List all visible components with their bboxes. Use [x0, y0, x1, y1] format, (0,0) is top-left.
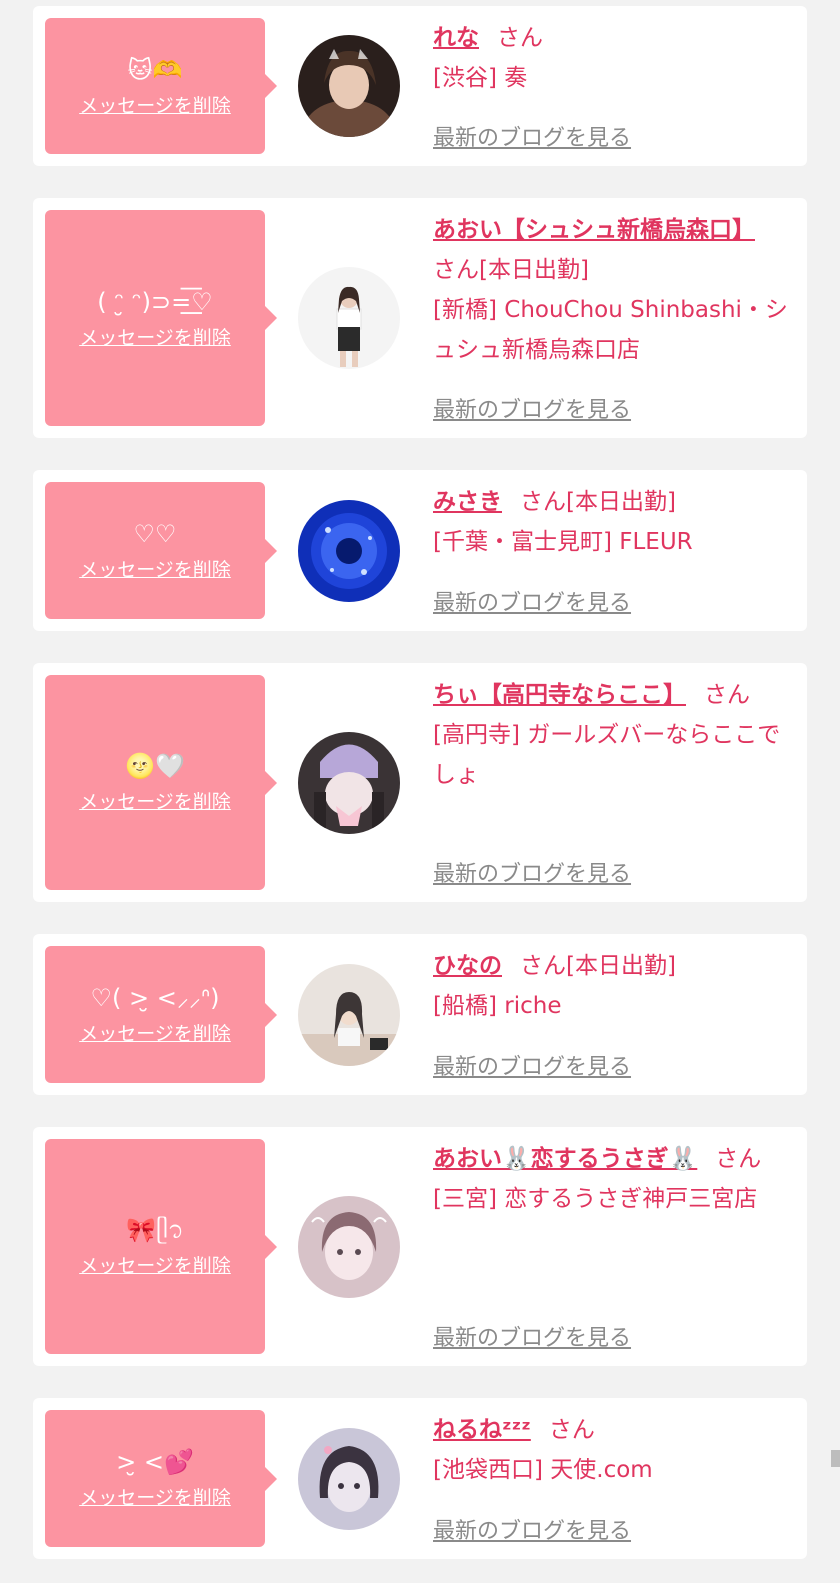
avatar[interactable]	[298, 499, 400, 602]
scrollbar-thumb[interactable]	[831, 1450, 840, 1467]
latest-blog-link[interactable]: 最新のブログを見る	[433, 392, 631, 424]
message-card: >̮ <💕 メッセージを削除 ねるねᶻᶻᶻ さん [池袋西口] 天使.com 最新…	[33, 1398, 807, 1559]
honorific: さん	[704, 682, 750, 708]
message-bubble: 🎀ᥫ᭡ メッセージを削除	[45, 1139, 277, 1354]
girl-name-link[interactable]: ちぃ【高円寺ならここ】	[433, 682, 686, 708]
latest-blog-link[interactable]: 最新のブログを見る	[433, 1049, 631, 1081]
portrait-photo-icon	[298, 1195, 400, 1298]
message-card: 🐱🫶 メッセージを削除 れな さん [渋谷] 奏 最新のブログを見る	[33, 6, 807, 166]
girl-name-link[interactable]: れな	[433, 25, 479, 51]
shop-area: [高円寺] ガールズバーならここでしょ	[433, 722, 781, 788]
avatar[interactable]	[298, 963, 400, 1066]
portrait-photo-icon	[298, 731, 400, 834]
honorific: さん	[520, 953, 566, 979]
message-bubble: 🐱🫶 メッセージを削除	[45, 18, 277, 154]
girl-name-link[interactable]: ひなの	[433, 953, 502, 979]
girl-info: あおい🐰恋するうさぎ🐰 さん [三宮] 恋するうさぎ神戸三宮店	[433, 1139, 793, 1219]
honorific: さん	[548, 1417, 595, 1443]
message-text: ♡♡	[133, 520, 177, 548]
girl-name-link[interactable]: みさき	[433, 489, 502, 515]
delete-message-link[interactable]: メッセージを削除	[79, 787, 231, 814]
message-card: ♡♡ メッセージを削除 みさき さん[本日出勤] [千葉・富士見町] FLEUR …	[33, 470, 807, 631]
latest-blog-link[interactable]: 最新のブログを見る	[433, 120, 631, 152]
shop-area: [渋谷] 奏	[433, 65, 528, 91]
honorific: さん	[520, 489, 566, 515]
portrait-photo-icon	[298, 267, 400, 369]
girl-info: ちぃ【高円寺ならここ】 さん [高円寺] ガールズバーならここでしょ	[433, 675, 793, 795]
honorific: さん	[715, 1146, 762, 1172]
girl-name-link[interactable]: ねるねᶻᶻᶻ	[433, 1417, 531, 1443]
message-card: 🎀ᥫ᭡ メッセージを削除 あおい🐰恋するうさぎ🐰 さん [三宮] 恋するうさぎ神戸…	[33, 1127, 807, 1366]
status-badge: [本日出勤]	[566, 489, 676, 515]
message-bubble: ( ᵔ̮ ᵔ)⊃=͟͟͞♡ メッセージを削除	[45, 210, 277, 426]
message-bubble: ♡( >̮ <⸝⸝ᐢ) メッセージを削除	[45, 946, 277, 1083]
avatar[interactable]	[298, 731, 400, 834]
avatar[interactable]	[298, 1195, 400, 1298]
delete-message-link[interactable]: メッセージを削除	[79, 555, 231, 582]
girl-info: みさき さん[本日出勤] [千葉・富士見町] FLEUR	[433, 482, 793, 562]
delete-message-link[interactable]: メッセージを削除	[79, 323, 231, 350]
girl-name-link[interactable]: あおい🐰恋するうさぎ🐰	[433, 1146, 697, 1172]
girl-info: あおい【シュシュ新橋烏森口】 さん[本日出勤] [新橋] ChouChou Sh…	[433, 210, 793, 370]
avatar[interactable]	[298, 267, 400, 369]
message-text: 🎀ᥫ᭡	[126, 1216, 184, 1244]
message-text: >̮ <💕	[116, 1448, 194, 1476]
delete-message-link[interactable]: メッセージを削除	[79, 91, 231, 118]
honorific: さん	[433, 257, 479, 283]
portrait-photo-icon	[298, 1427, 400, 1530]
message-card: ♡( >̮ <⸝⸝ᐢ) メッセージを削除 ひなの さん[本日出勤] [船橋] ri…	[33, 934, 807, 1095]
message-card: 🌝🤍 メッセージを削除 ちぃ【高円寺ならここ】 さん [高円寺] ガールズバーなら…	[33, 663, 807, 902]
avatar[interactable]	[298, 35, 400, 137]
shop-area: [新橋] ChouChou Shinbashi・シュシュ新橋烏森口店	[433, 297, 788, 363]
status-badge: [本日出勤]	[479, 257, 589, 283]
delete-message-link[interactable]: メッセージを削除	[79, 1251, 231, 1278]
message-text: 🌝🤍	[125, 752, 185, 780]
status-badge: [本日出勤]	[566, 953, 676, 979]
shop-area: [池袋西口] 天使.com	[433, 1457, 653, 1483]
message-text: 🐱🫶	[127, 55, 183, 84]
delete-message-link[interactable]: メッセージを削除	[79, 1019, 231, 1046]
avatar[interactable]	[298, 1427, 400, 1530]
girl-info: ひなの さん[本日出勤] [船橋] riche	[433, 946, 793, 1026]
latest-blog-link[interactable]: 最新のブログを見る	[433, 1513, 631, 1545]
portrait-photo-icon	[298, 963, 400, 1066]
shop-area: [三宮] 恋するうさぎ神戸三宮店	[433, 1186, 758, 1212]
honorific: さん	[497, 25, 543, 51]
message-bubble: 🌝🤍 メッセージを削除	[45, 675, 277, 890]
delete-message-link[interactable]: メッセージを削除	[79, 1483, 231, 1510]
latest-blog-link[interactable]: 最新のブログを見る	[433, 856, 631, 888]
shop-area: [千葉・富士見町] FLEUR	[433, 529, 693, 555]
latest-blog-link[interactable]: 最新のブログを見る	[433, 585, 631, 617]
portrait-photo-icon	[298, 499, 400, 602]
shop-area: [船橋] riche	[433, 993, 562, 1019]
girl-name-link[interactable]: あおい【シュシュ新橋烏森口】	[433, 217, 755, 243]
message-bubble: >̮ <💕 メッセージを削除	[45, 1410, 277, 1547]
message-card: ( ᵔ̮ ᵔ)⊃=͟͟͞♡ メッセージを削除 あおい【シュシュ新橋烏森口】 さん…	[33, 198, 807, 438]
girl-info: ねるねᶻᶻᶻ さん [池袋西口] 天使.com	[433, 1410, 793, 1490]
message-text: ♡( >̮ <⸝⸝ᐢ)	[90, 984, 220, 1012]
girl-info: れな さん [渋谷] 奏	[433, 18, 793, 98]
portrait-photo-icon	[298, 35, 400, 137]
message-bubble: ♡♡ メッセージを削除	[45, 482, 277, 619]
latest-blog-link[interactable]: 最新のブログを見る	[433, 1320, 631, 1352]
message-text: ( ᵔ̮ ᵔ)⊃=͟͟͞♡	[97, 287, 213, 316]
